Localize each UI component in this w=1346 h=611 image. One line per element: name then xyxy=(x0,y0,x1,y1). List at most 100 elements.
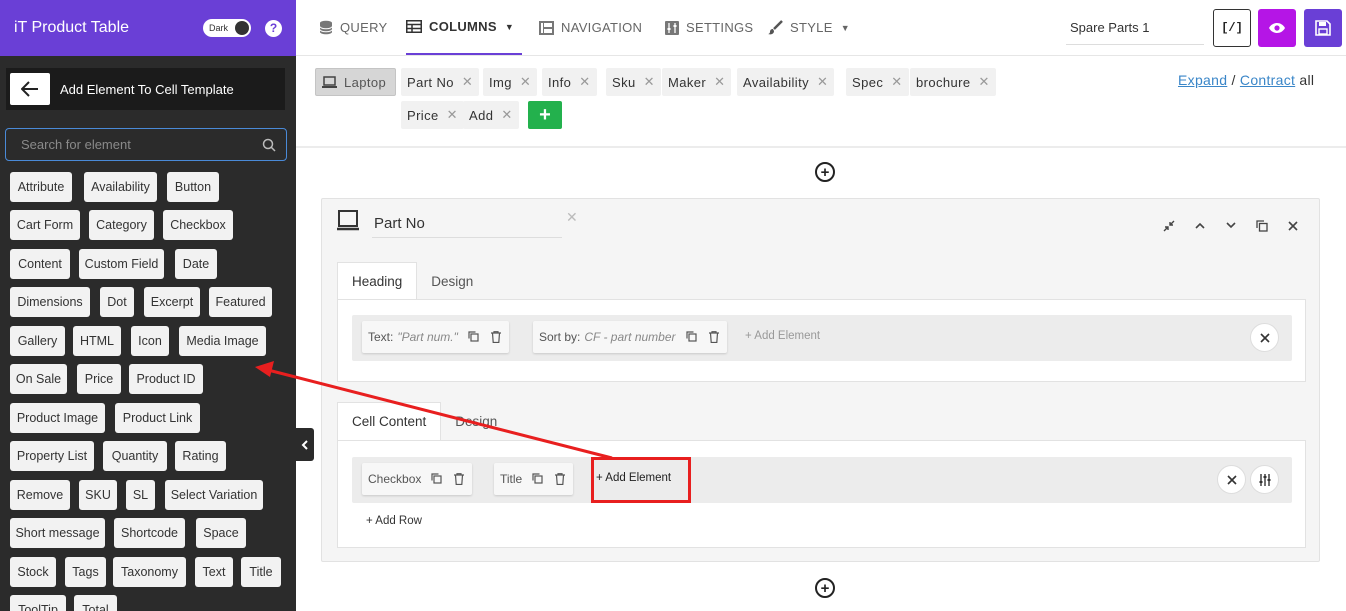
element-chip-product-link[interactable]: Product Link xyxy=(115,403,200,433)
add-column-plus-icon[interactable]: + xyxy=(815,162,835,182)
remove-column-icon[interactable]: ✕ xyxy=(462,74,473,90)
element-chip-product-image[interactable]: Product Image xyxy=(10,403,105,433)
cell-title-element[interactable]: Title xyxy=(494,463,574,495)
remove-column-icon[interactable]: ✕ xyxy=(644,74,655,90)
remove-column-icon[interactable]: ✕ xyxy=(817,74,828,90)
heading-text-element[interactable]: Text: "Part num." xyxy=(362,321,509,353)
tab-columns[interactable]: COLUMNS ▼ xyxy=(406,0,523,55)
element-chip-cart-form[interactable]: Cart Form xyxy=(10,210,80,240)
add-row-link[interactable]: + Add Row xyxy=(366,515,422,527)
trash-icon[interactable] xyxy=(454,473,465,485)
add-column-button[interactable]: + xyxy=(528,101,562,129)
element-chip-dimensions[interactable]: Dimensions xyxy=(10,287,90,317)
remove-column-icon[interactable]: ✕ xyxy=(979,74,990,90)
duplicate-icon[interactable] xyxy=(685,331,697,342)
trash-icon[interactable] xyxy=(555,473,566,485)
row-settings-button[interactable] xyxy=(1250,465,1279,494)
remove-row-button[interactable] xyxy=(1217,465,1246,494)
chevron-down-icon[interactable] xyxy=(1222,217,1239,234)
duplicate-icon[interactable] xyxy=(431,473,442,484)
element-chip-stock[interactable]: Stock xyxy=(10,557,56,587)
duplicate-icon[interactable] xyxy=(1253,217,1270,234)
tab-heading[interactable]: Heading xyxy=(337,262,418,300)
element-chip-on-sale[interactable]: On Sale xyxy=(10,364,67,394)
element-chip-dot[interactable]: Dot xyxy=(100,287,134,317)
element-chip-taxonomy[interactable]: Taxonomy xyxy=(113,557,186,587)
trash-icon[interactable] xyxy=(490,331,501,343)
column-tag-price[interactable]: Price ✕ xyxy=(401,101,464,129)
expand-link[interactable]: Expand xyxy=(1178,72,1227,88)
save-button[interactable] xyxy=(1304,9,1342,47)
element-chip-excerpt[interactable]: Excerpt xyxy=(144,287,200,317)
tab-style[interactable]: STYLE ▼ xyxy=(767,0,850,55)
remove-column-icon[interactable]: ✕ xyxy=(714,74,725,90)
remove-column-icon[interactable]: ✕ xyxy=(501,107,512,123)
element-chip-featured[interactable]: Featured xyxy=(209,287,272,317)
contract-link[interactable]: Contract xyxy=(1240,72,1295,88)
element-chip-checkbox[interactable]: Checkbox xyxy=(163,210,233,240)
element-chip-select-variation[interactable]: Select Variation xyxy=(165,480,263,510)
element-chip-media-image[interactable]: Media Image xyxy=(179,326,266,356)
table-name-field[interactable]: Spare Parts 1 xyxy=(1066,11,1204,45)
element-chip-date[interactable]: Date xyxy=(175,249,217,279)
column-tag-maker[interactable]: Maker ✕ xyxy=(662,68,732,96)
duplicate-icon[interactable] xyxy=(532,473,543,484)
collapse-sidebar-button[interactable] xyxy=(296,428,314,461)
element-chip-content[interactable]: Content xyxy=(10,249,70,279)
heading-sort-element[interactable]: Sort by: CF - part number xyxy=(533,321,727,353)
cell-checkbox-element[interactable]: Checkbox xyxy=(362,463,473,495)
remove-row-button[interactable] xyxy=(1250,323,1279,352)
trash-icon[interactable] xyxy=(708,331,719,343)
element-chip-custom-field[interactable]: Custom Field xyxy=(79,249,164,279)
element-chip-tags[interactable]: Tags xyxy=(65,557,106,587)
remove-column-icon[interactable]: ✕ xyxy=(520,74,531,90)
element-chip-short-message[interactable]: Short message xyxy=(10,518,105,548)
element-chip-text[interactable]: Text xyxy=(195,557,233,587)
element-chip-rating[interactable]: Rating xyxy=(175,441,226,471)
tab-cell-content[interactable]: Cell Content xyxy=(337,402,442,440)
chevron-up-icon[interactable] xyxy=(1191,217,1208,234)
element-chip-sl[interactable]: SL xyxy=(126,480,155,510)
help-icon[interactable]: ? xyxy=(265,19,282,37)
remove-column-icon[interactable]: ✕ xyxy=(579,74,590,90)
tab-navigation[interactable]: NAVIGATION xyxy=(539,0,642,55)
column-tag-brochure[interactable]: brochure ✕ xyxy=(910,68,996,96)
element-chip-price[interactable]: Price xyxy=(77,364,121,394)
element-chip-product-id[interactable]: Product ID xyxy=(129,364,203,394)
element-chip-icon[interactable]: Icon xyxy=(131,326,169,356)
element-search-input[interactable] xyxy=(21,137,262,152)
element-chip-sku[interactable]: SKU xyxy=(79,480,117,510)
column-tag-part-no[interactable]: Part No ✕ xyxy=(401,68,480,96)
element-chip-availability[interactable]: Availability xyxy=(84,172,157,202)
device-laptop[interactable]: Laptop xyxy=(315,68,396,96)
heading-add-element-link[interactable]: + Add Element xyxy=(745,330,820,342)
element-chip-total[interactable]: Total xyxy=(74,595,117,611)
column-tag-info[interactable]: Info ✕ xyxy=(542,68,597,96)
remove-column-icon[interactable]: ✕ xyxy=(891,74,902,90)
column-tag-availability[interactable]: Availability ✕ xyxy=(737,68,835,96)
element-chip-title[interactable]: Title xyxy=(241,557,281,587)
tab-cell-design[interactable]: Design xyxy=(441,402,511,440)
column-tag-sku[interactable]: Sku ✕ xyxy=(606,68,661,96)
element-chip-category[interactable]: Category xyxy=(89,210,154,240)
element-chip-quantity[interactable]: Quantity xyxy=(103,441,167,471)
element-chip-html[interactable]: HTML xyxy=(73,326,121,356)
cell-add-element-link[interactable]: + Add Element xyxy=(596,472,671,484)
column-tag-add[interactable]: Add ✕ xyxy=(463,101,519,129)
collapse-icon[interactable] xyxy=(1160,217,1177,234)
shortcode-button[interactable]: [/] xyxy=(1213,9,1251,47)
element-chip-tooltip[interactable]: ToolTip xyxy=(10,595,66,611)
remove-column-icon[interactable]: ✕ xyxy=(447,107,458,123)
add-column-plus-icon[interactable]: + xyxy=(815,578,835,598)
element-chip-space[interactable]: Space xyxy=(196,518,246,548)
element-chip-attribute[interactable]: Attribute xyxy=(10,172,72,202)
close-icon[interactable] xyxy=(1284,217,1301,234)
column-tag-img[interactable]: Img ✕ xyxy=(483,68,538,96)
back-button[interactable] xyxy=(10,73,50,105)
element-chip-button[interactable]: Button xyxy=(167,172,219,202)
preview-button[interactable] xyxy=(1258,9,1296,47)
element-chip-property-list[interactable]: Property List xyxy=(10,441,94,471)
column-name-input[interactable]: Part No xyxy=(372,210,562,238)
element-chip-shortcode[interactable]: Shortcode xyxy=(114,518,185,548)
tab-heading-design[interactable]: Design xyxy=(417,262,487,300)
